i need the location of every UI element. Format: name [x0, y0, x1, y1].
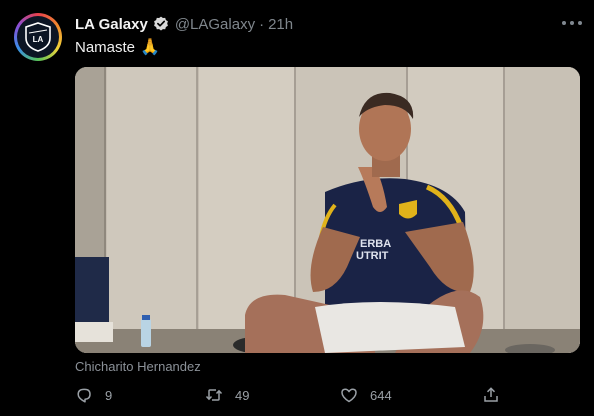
- retweet-count: 49: [235, 387, 250, 403]
- avatar[interactable]: LA: [14, 13, 62, 61]
- tweet-header: LA Galaxy @LAGalaxy · 21h: [75, 14, 293, 34]
- reply-count: 9: [105, 387, 113, 403]
- tweet-text-body: Namaste: [75, 38, 136, 56]
- reply-icon: [75, 386, 93, 404]
- share-icon: [482, 386, 500, 404]
- svg-text:ERBA: ERBA: [360, 238, 391, 250]
- tweet-timestamp[interactable]: 21h: [268, 16, 293, 33]
- avatar-logo-text: LA: [33, 35, 44, 44]
- verified-badge-icon: [153, 16, 169, 32]
- tweet-text: Namaste 🙏: [75, 37, 160, 57]
- retweet-button[interactable]: 49: [205, 384, 249, 406]
- praying-hands-emoji: 🙏: [140, 39, 160, 56]
- tweet-actions-bar: 9 49 644: [75, 384, 580, 406]
- svg-text:UTRIT: UTRIT: [356, 250, 389, 262]
- like-icon: [340, 386, 358, 404]
- la-galaxy-logo: LA: [17, 16, 59, 58]
- like-count: 644: [370, 387, 392, 403]
- media-caption[interactable]: Chicharito Hernandez: [75, 359, 201, 374]
- share-button[interactable]: [482, 384, 500, 406]
- tweet-media-photo[interactable]: ERBA UTRIT: [75, 67, 580, 353]
- separator-dot: ·: [259, 15, 265, 33]
- more-options-icon[interactable]: [562, 16, 582, 30]
- display-name[interactable]: LA Galaxy: [75, 16, 148, 33]
- reply-button[interactable]: 9: [75, 384, 112, 406]
- user-handle[interactable]: @LAGalaxy: [175, 16, 255, 33]
- like-button[interactable]: 644: [340, 384, 392, 406]
- tweet[interactable]: LA LA Galaxy @LAGalaxy · 21h Namaste 🙏 E…: [0, 0, 594, 416]
- retweet-icon: [205, 386, 223, 404]
